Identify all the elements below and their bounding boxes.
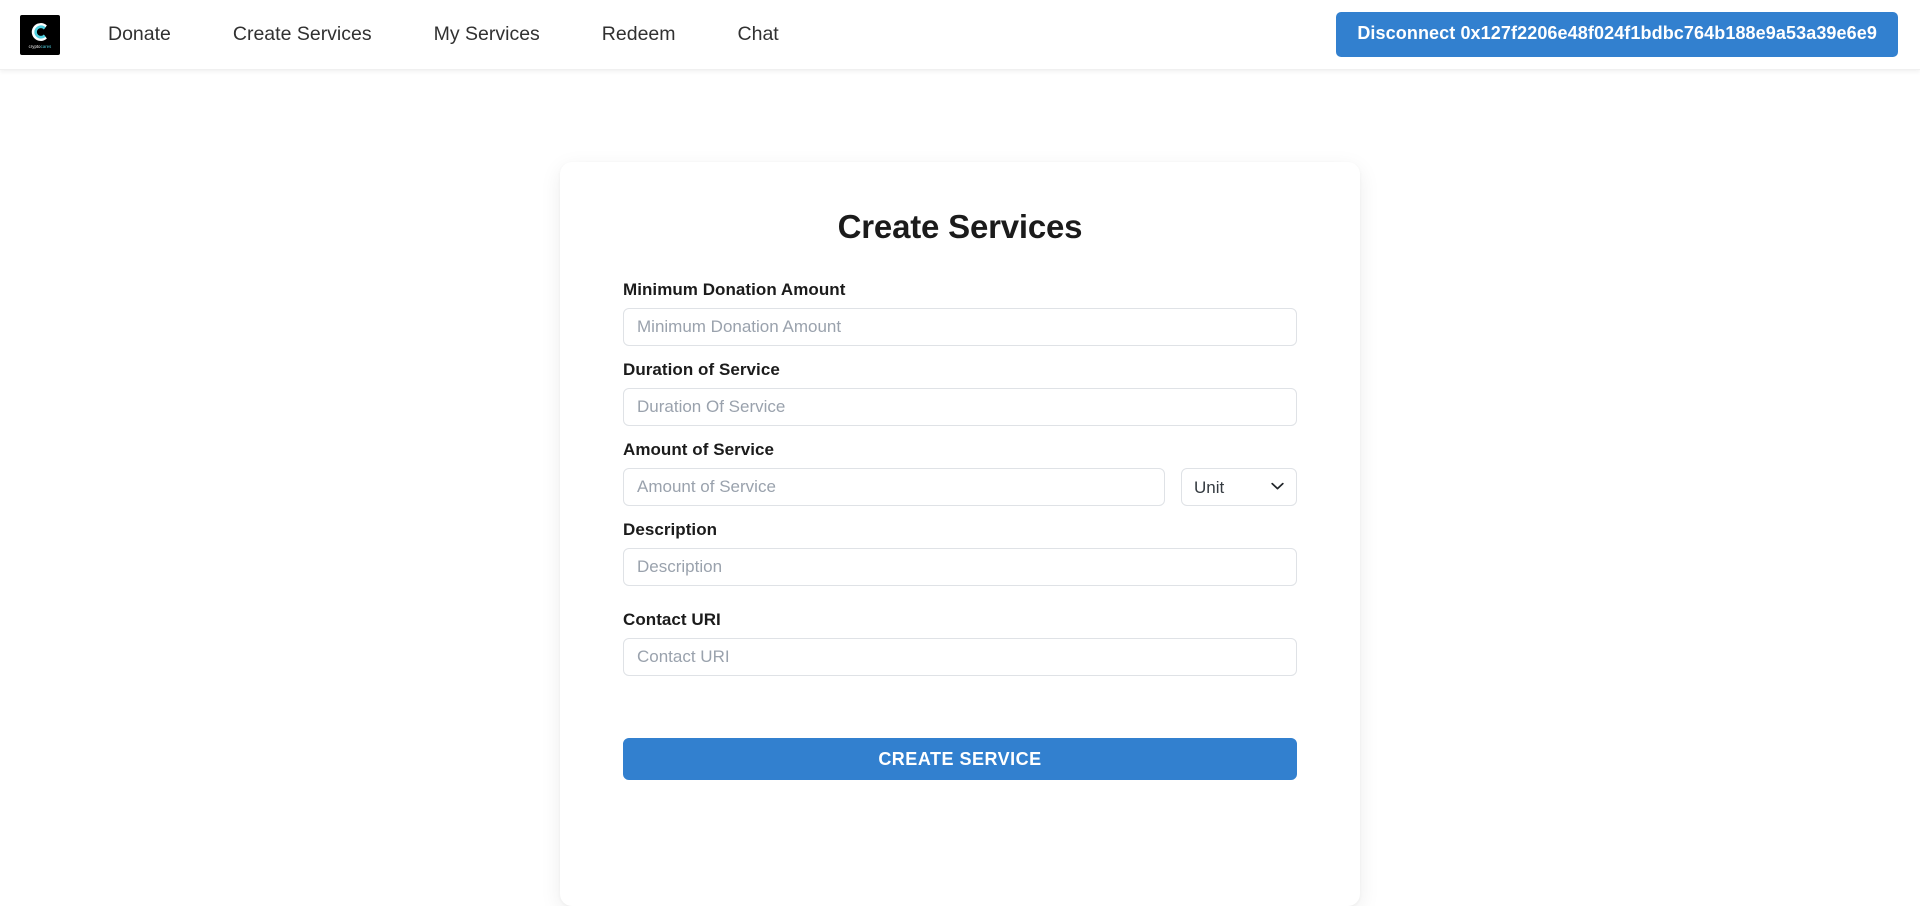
field-contact-uri: Contact URI — [623, 610, 1297, 676]
create-services-card: Create Services Minimum Donation Amount … — [560, 162, 1360, 906]
label-contact-uri: Contact URI — [623, 610, 721, 629]
nav-link-donate[interactable]: Donate — [108, 24, 171, 45]
label-duration-of-service: Duration of Service — [623, 360, 780, 379]
brand-wordmark-primary: crypto — [28, 43, 41, 49]
nav-link-my-services[interactable]: My Services — [434, 24, 540, 45]
description-input[interactable] — [623, 548, 1297, 586]
nav-links: Donate Create Services My Services Redee… — [108, 0, 779, 69]
field-description: Description — [623, 520, 1297, 586]
crypto-c-logo-icon — [29, 21, 51, 43]
page-title: Create Services — [837, 208, 1083, 245]
disconnect-wallet-button[interactable]: Disconnect 0x127f2206e48f024f1bdbc764b18… — [1336, 12, 1898, 57]
amount-of-service-input[interactable] — [623, 468, 1165, 506]
brand-logo[interactable]: cryptocares — [20, 14, 60, 55]
contact-uri-input[interactable] — [623, 638, 1297, 676]
nav-link-chat[interactable]: Chat — [738, 24, 779, 45]
top-navbar: cryptocares Donate Create Services My Se… — [0, 0, 1920, 70]
label-minimum-donation-amount: Minimum Donation Amount — [623, 280, 846, 299]
unit-select[interactable]: Unit — [1181, 468, 1297, 506]
amount-and-unit-row: Unit — [623, 468, 1297, 506]
field-minimum-donation-amount: Minimum Donation Amount — [623, 280, 1297, 346]
nav-link-create-services[interactable]: Create Services — [233, 24, 372, 45]
nav-link-redeem[interactable]: Redeem — [602, 24, 676, 45]
minimum-donation-amount-input[interactable] — [623, 308, 1297, 346]
label-amount-of-service: Amount of Service — [623, 440, 775, 459]
unit-select-wrapper: Unit — [1181, 468, 1297, 506]
field-duration-of-service: Duration of Service — [623, 360, 1297, 426]
duration-of-service-input[interactable] — [623, 388, 1297, 426]
label-description: Description — [623, 520, 718, 539]
brand-wordmark: cryptocares — [29, 44, 52, 49]
brand-wordmark-accent: cares — [40, 43, 52, 49]
page-body: Create Services Minimum Donation Amount … — [0, 70, 1920, 906]
create-service-button[interactable]: CREATE SERVICE — [623, 738, 1297, 780]
create-service-form: Minimum Donation Amount Duration of Serv… — [610, 280, 1310, 780]
field-amount-of-service: Amount of Service Unit — [623, 440, 1297, 506]
